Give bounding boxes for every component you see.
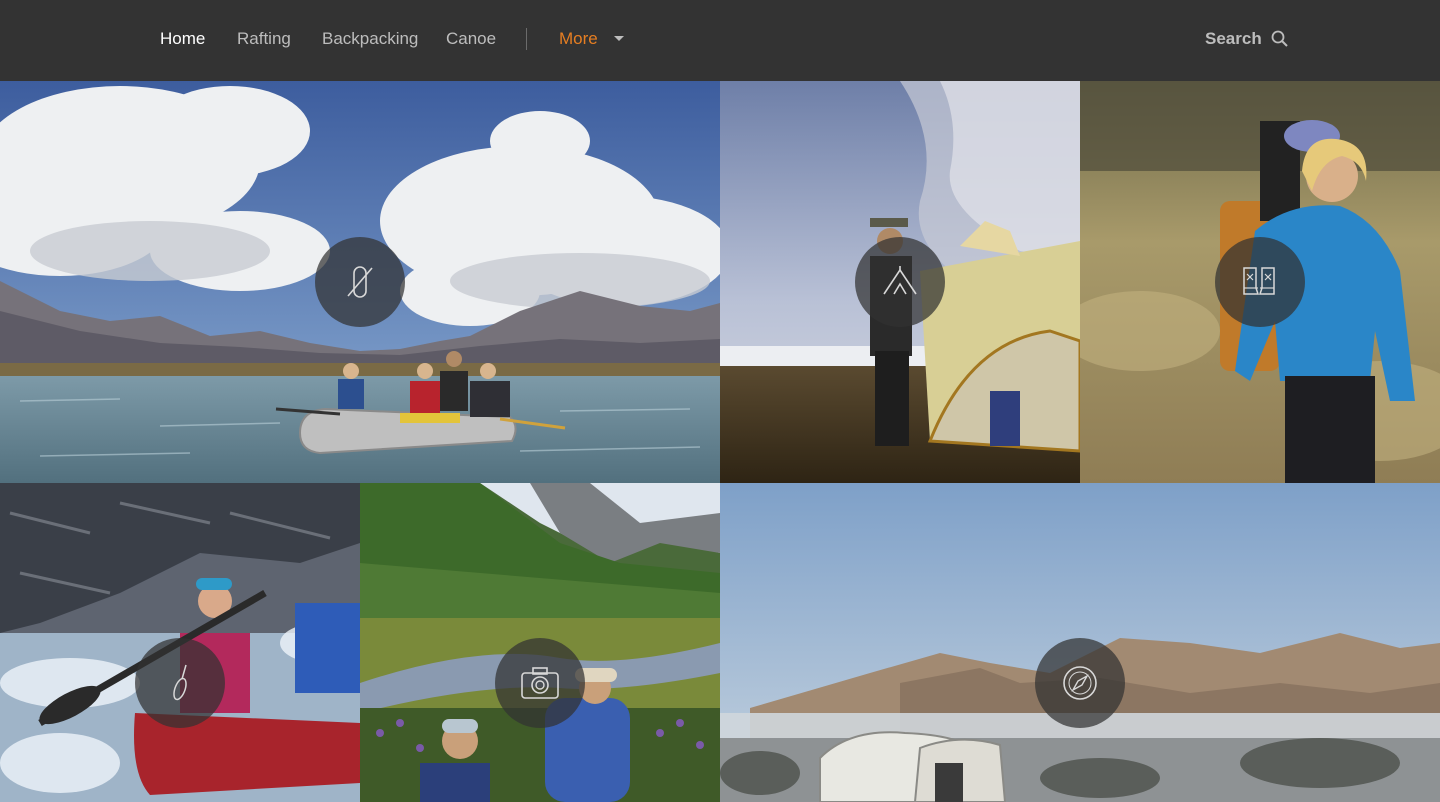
compass-icon: [1035, 638, 1125, 728]
tile-camping[interactable]: [720, 81, 1080, 483]
nav-item-rafting[interactable]: Rafting: [237, 0, 291, 77]
tile-canoe[interactable]: [0, 483, 360, 802]
carabiner-icon: [315, 237, 405, 327]
boots-icon: [1215, 237, 1305, 327]
tile-rafting[interactable]: [0, 81, 720, 483]
search-button[interactable]: Search: [1205, 0, 1288, 77]
nav-item-backpacking[interactable]: Backpacking: [322, 0, 418, 77]
tile-backpacking[interactable]: [1080, 81, 1440, 483]
search-icon: [1271, 30, 1288, 47]
nav-item-more[interactable]: More: [559, 0, 598, 77]
camera-icon: [495, 638, 585, 728]
chevron-down-icon[interactable]: [614, 36, 624, 41]
search-label: Search: [1205, 29, 1262, 48]
nav-item-home[interactable]: Home: [160, 0, 205, 77]
tile-exploration[interactable]: [720, 483, 1440, 802]
tent-icon: [855, 237, 945, 327]
paddle-icon: [135, 638, 225, 728]
nav-item-canoe[interactable]: Canoe: [446, 0, 496, 77]
tile-photography[interactable]: [360, 483, 720, 802]
nav-divider: [526, 28, 527, 50]
top-nav: Home Rafting Backpacking Canoe More Sear…: [0, 0, 1440, 81]
